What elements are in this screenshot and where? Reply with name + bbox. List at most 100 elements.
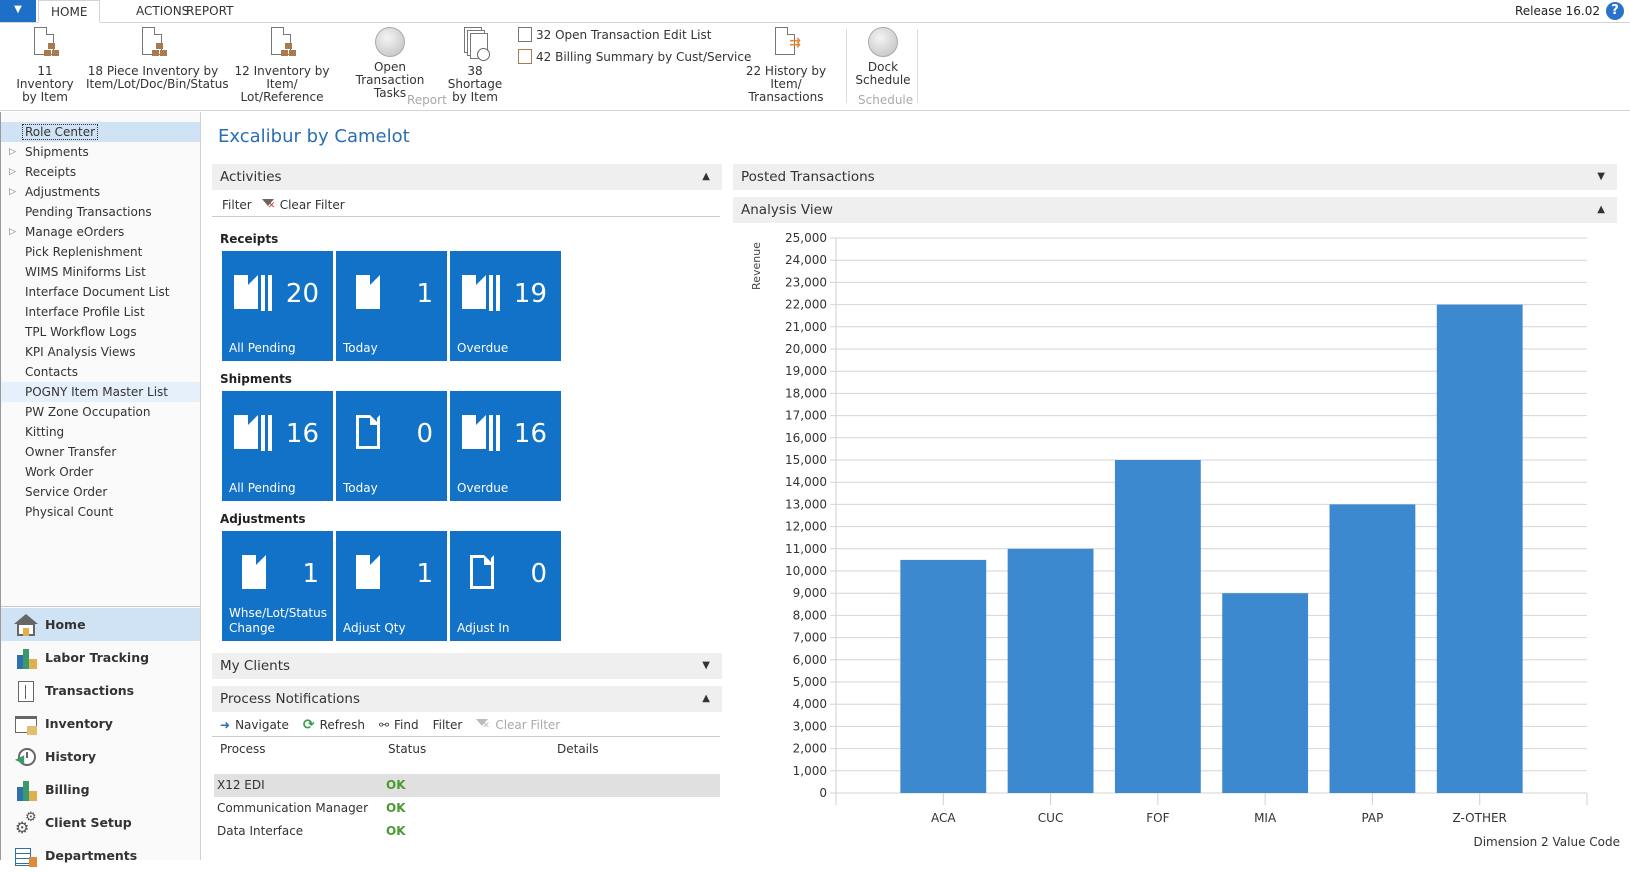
piece-inventory-button[interactable]: 18 Piece Inventory by Item/Lot/Doc/Bin/St… bbox=[86, 27, 229, 91]
expand-arrow-icon[interactable]: ▷ bbox=[9, 162, 16, 182]
status-cell: OK bbox=[386, 778, 406, 792]
nav-button-labor-tracking[interactable]: Labor Tracking bbox=[1, 641, 200, 674]
clear-filter-icon bbox=[261, 198, 276, 212]
sidebar-item[interactable]: WIMS Miniforms List bbox=[1, 262, 200, 282]
chevron-down-icon[interactable]: ▼ bbox=[1597, 164, 1605, 190]
dock-schedule-button[interactable]: Dock Schedule bbox=[850, 27, 916, 87]
billing-icon bbox=[15, 779, 37, 801]
analysis-view-header[interactable]: Analysis View ▲ bbox=[733, 197, 1617, 223]
process-notifications-header[interactable]: Process Notifications ▲ bbox=[212, 686, 722, 712]
chevron-down-icon[interactable]: ▼ bbox=[702, 653, 710, 679]
sidebar-item[interactable]: Service Order bbox=[1, 482, 200, 502]
sidebar-item[interactable]: KPI Analysis Views bbox=[1, 342, 200, 362]
inventory-by-item-button[interactable]: 11 Inventory by Item bbox=[10, 27, 80, 104]
table-row[interactable]: Data Interface OK bbox=[214, 820, 720, 843]
find-button[interactable]: ⚯ Find bbox=[379, 718, 419, 732]
inventory-report-icon bbox=[138, 27, 168, 61]
billing-summary-button[interactable]: 42 Billing Summary by Cust/Service bbox=[518, 49, 751, 64]
sidebar-item[interactable]: Role Center bbox=[1, 122, 200, 142]
open-transaction-edit-list-button[interactable]: 32 Open Transaction Edit List bbox=[518, 27, 711, 42]
navigate-arrow-icon: ➜ bbox=[220, 717, 231, 732]
expand-arrow-icon[interactable]: ▷ bbox=[9, 182, 16, 202]
cue-caption: Today bbox=[343, 341, 378, 355]
chevron-up-icon[interactable]: ▲ bbox=[702, 164, 710, 190]
my-clients-header[interactable]: My Clients ▼ bbox=[212, 653, 722, 679]
clear-filter-button[interactable]: Clear Filter bbox=[476, 718, 560, 732]
cue-tile[interactable]: 16 Overdue bbox=[450, 391, 561, 501]
nav-button-history[interactable]: ◀ History bbox=[1, 740, 200, 773]
sidebar-item[interactable]: POGNY Item Master List bbox=[1, 382, 200, 402]
sidebar-item[interactable]: Physical Count bbox=[1, 502, 200, 522]
expand-arrow-icon[interactable]: ▷ bbox=[9, 222, 16, 242]
sidebar-item-label: PW Zone Occupation bbox=[25, 405, 151, 419]
binoculars-icon: ⚯ bbox=[378, 717, 390, 732]
bar-fof bbox=[1114, 460, 1201, 793]
expand-arrow-icon[interactable]: ▷ bbox=[9, 142, 16, 162]
cue-tile[interactable]: 1 Today bbox=[336, 251, 447, 361]
tab-report[interactable]: REPORT bbox=[174, 0, 245, 23]
column-header-status[interactable]: Status bbox=[388, 742, 426, 756]
shortage-by-item-button[interactable]: 38 Shortage by Item bbox=[440, 27, 510, 104]
nav-button-home[interactable]: Home bbox=[1, 608, 200, 641]
cue-tile[interactable]: 1 Adjust Qty bbox=[336, 531, 447, 641]
activities-header[interactable]: Activities ▲ bbox=[212, 164, 722, 190]
inventory-by-item-lot-button[interactable]: 12 Inventory by Item/Lot/Reference bbox=[222, 27, 342, 104]
filter-button[interactable]: Filter bbox=[222, 198, 252, 212]
cue-group-label: Receipts bbox=[220, 232, 279, 246]
sidebar-item[interactable]: Interface Profile List bbox=[1, 302, 200, 322]
chevron-up-icon[interactable]: ▲ bbox=[702, 686, 710, 712]
cue-tile[interactable]: 0 Adjust In bbox=[450, 531, 561, 641]
navigate-button[interactable]: ➜ Navigate bbox=[220, 718, 289, 732]
x-tick-label: MIA bbox=[1254, 811, 1277, 825]
y-tick-label: 9,000 bbox=[793, 586, 827, 600]
open-transaction-tasks-button[interactable]: Open Transaction Tasks bbox=[342, 27, 438, 100]
nav-button-departments[interactable]: Departments bbox=[1, 839, 200, 872]
sidebar-item[interactable]: Kitting bbox=[1, 422, 200, 442]
nav-button-billing[interactable]: Billing bbox=[1, 773, 200, 806]
sidebar-item[interactable]: Work Order bbox=[1, 462, 200, 482]
sidebar-item[interactable]: Owner Transfer bbox=[1, 442, 200, 462]
help-icon[interactable]: ? bbox=[1606, 2, 1624, 20]
sidebar-item[interactable]: ▷ Shipments bbox=[1, 142, 200, 162]
sidebar-item[interactable]: TPL Workflow Logs bbox=[1, 322, 200, 342]
nav-button-client-setup[interactable]: ⚙ ⚙ Client Setup bbox=[1, 806, 200, 839]
refresh-button[interactable]: ⟳ Refresh bbox=[303, 717, 365, 733]
tab-home[interactable]: HOME bbox=[38, 0, 101, 23]
y-tick-label: 13,000 bbox=[785, 497, 827, 511]
sidebar-item[interactable]: ▷ Adjustments bbox=[1, 182, 200, 202]
chevron-up-icon[interactable]: ▲ bbox=[1597, 197, 1605, 223]
sidebar-item[interactable]: ▷ Manage eOrders bbox=[1, 222, 200, 242]
cue-tile[interactable]: 16 All Pending bbox=[222, 391, 333, 501]
nav-button-transactions[interactable]: Transactions bbox=[1, 674, 200, 707]
sidebar-item-label: Pick Replenishment bbox=[25, 245, 143, 259]
sidebar-item-label: POGNY Item Master List bbox=[25, 385, 169, 399]
posted-transactions-header[interactable]: Posted Transactions ▼ bbox=[733, 164, 1617, 190]
sidebar-item[interactable]: Interface Document List bbox=[1, 282, 200, 302]
bar-cuc bbox=[1007, 548, 1094, 793]
cue-tile[interactable]: 1 Whse/Lot/Status Change bbox=[222, 531, 333, 641]
filter-button[interactable]: Filter bbox=[433, 718, 463, 732]
column-header-process[interactable]: Process bbox=[220, 742, 266, 756]
cue-caption: Overdue bbox=[457, 481, 509, 495]
sidebar-item[interactable]: PW Zone Occupation bbox=[1, 402, 200, 422]
cue-tile[interactable]: 20 All Pending bbox=[222, 251, 333, 361]
x-tick-label: Z-OTHER bbox=[1453, 811, 1507, 825]
history-by-item-button[interactable]: ⇉ 22 History by Item/Transactions bbox=[730, 27, 842, 104]
sidebar-item-label: Service Order bbox=[25, 485, 108, 499]
sidebar-item[interactable]: Contacts bbox=[1, 362, 200, 382]
sidebar-item[interactable]: Pick Replenishment bbox=[1, 242, 200, 262]
cue-count: 16 bbox=[285, 419, 319, 449]
clear-filter-button[interactable]: Clear Filter bbox=[261, 198, 345, 212]
cue-tile[interactable]: 19 Overdue bbox=[450, 251, 561, 361]
nav-button-inventory[interactable]: Inventory bbox=[1, 707, 200, 740]
table-row[interactable]: X12 EDI OK bbox=[214, 774, 720, 797]
sidebar-item[interactable]: ▷ Receipts bbox=[1, 162, 200, 182]
cue-tile[interactable]: 0 Today bbox=[336, 391, 447, 501]
column-header-details[interactable]: Details bbox=[557, 742, 599, 756]
revenue-bar-chart: 0 1,000 2,000 3,000 4,000 5,000 6,000 7,000 8,00… bbox=[750, 231, 1620, 849]
table-row[interactable]: Communication Manager OK bbox=[214, 797, 720, 820]
application-menu-button[interactable]: ▼ bbox=[0, 0, 36, 22]
activities-filter-bar: Filter Clear Filter bbox=[212, 193, 720, 217]
sidebar-item[interactable]: Pending Transactions bbox=[1, 202, 200, 222]
history-report-icon: ⇉ bbox=[771, 27, 801, 61]
